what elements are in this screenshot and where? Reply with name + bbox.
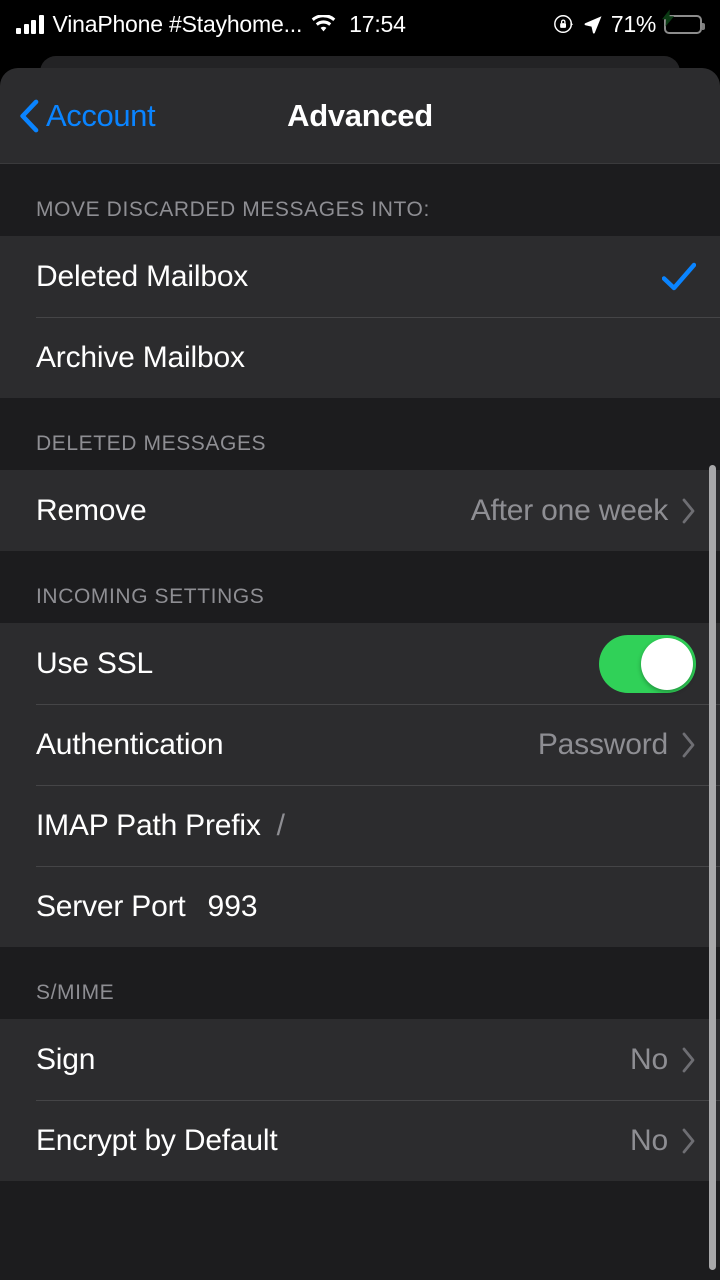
cellular-bars-icon [16,14,44,34]
section-group-move-discarded: Deleted Mailbox Archive Mailbox [0,236,720,398]
location-arrow-icon [584,16,602,34]
row-archive-mailbox[interactable]: Archive Mailbox [0,317,720,398]
status-bar-right: 71% [553,9,705,38]
chevron-right-icon [682,732,695,757]
vertical-scrollbar[interactable] [709,465,716,1270]
row-value: No [630,1123,668,1157]
section-group-incoming-settings: Use SSL Authentication Password IMAP Pat… [0,623,720,947]
row-accessory [599,634,696,693]
rotation-lock-icon [553,15,574,33]
row-accessory: No [630,1124,696,1158]
row-label: Use SSL [36,646,153,680]
row-accessory [662,262,696,292]
row-label: IMAP Path Prefix [36,808,261,842]
row-imap-path-prefix[interactable]: IMAP Path Prefix / [0,785,720,866]
row-encrypt-by-default[interactable]: Encrypt by Default No [0,1100,720,1181]
modal-sheet: Account Advanced MOVE DISCARDED MESSAGES… [0,68,720,1280]
status-bar: VinaPhone #Stayhome... 17:54 71% [0,0,720,48]
row-sign[interactable]: Sign No [0,1019,720,1100]
row-value: Password [537,727,668,761]
row-accessory: No [630,1043,696,1077]
chevron-right-icon [682,1128,695,1153]
row-label: Server Port [36,889,186,923]
battery-percent-label: 71% [610,10,656,37]
carrier-label: VinaPhone #Stayhome... [52,10,303,37]
section-header-move-discarded: MOVE DISCARDED MESSAGES INTO: [0,164,720,236]
toggle-knob [641,637,693,690]
section-group-deleted-messages: Remove After one week [0,470,720,551]
back-button-label: Account [46,98,156,133]
row-label: Sign [36,1042,96,1076]
use-ssl-toggle[interactable] [599,634,696,693]
clock-label: 17:54 [349,10,406,37]
row-label: Archive Mailbox [36,340,245,374]
section-header-incoming-settings: INCOMING SETTINGS [0,551,720,623]
section-header-deleted-messages: DELETED MESSAGES [0,398,720,470]
settings-list: MOVE DISCARDED MESSAGES INTO: Deleted Ma… [0,164,720,1280]
status-bar-left: VinaPhone #Stayhome... 17:54 [16,11,406,38]
list-bottom-spacer [0,1181,720,1280]
checkmark-icon [662,262,696,290]
row-use-ssl: Use SSL [0,623,720,704]
lightning-bolt-icon [661,9,674,27]
wifi-icon [311,14,336,31]
server-port-input[interactable]: 993 [208,890,258,924]
row-value: After one week [470,493,669,527]
row-accessory: After one week [471,494,696,528]
row-value: No [630,1042,668,1076]
row-deleted-mailbox[interactable]: Deleted Mailbox [0,236,720,317]
imap-path-prefix-input[interactable]: / [277,809,285,843]
row-accessory: Password [538,728,696,762]
row-label: Authentication [36,727,224,761]
row-server-port[interactable]: Server Port 993 [0,866,720,947]
row-label: Deleted Mailbox [36,259,249,293]
row-authentication[interactable]: Authentication Password [0,704,720,785]
chevron-left-icon [20,99,39,133]
section-group-smime: Sign No Encrypt by Default No [0,1019,720,1181]
chevron-right-icon [682,1047,695,1072]
navigation-bar: Account Advanced [0,68,720,164]
row-remove[interactable]: Remove After one week [0,470,720,551]
row-label: Encrypt by Default [36,1123,278,1157]
back-button[interactable]: Account [18,98,156,134]
battery-charging-icon [661,9,705,34]
chevron-right-icon [682,498,695,523]
section-header-smime: S/MIME [0,947,720,1019]
row-label: Remove [36,493,147,527]
